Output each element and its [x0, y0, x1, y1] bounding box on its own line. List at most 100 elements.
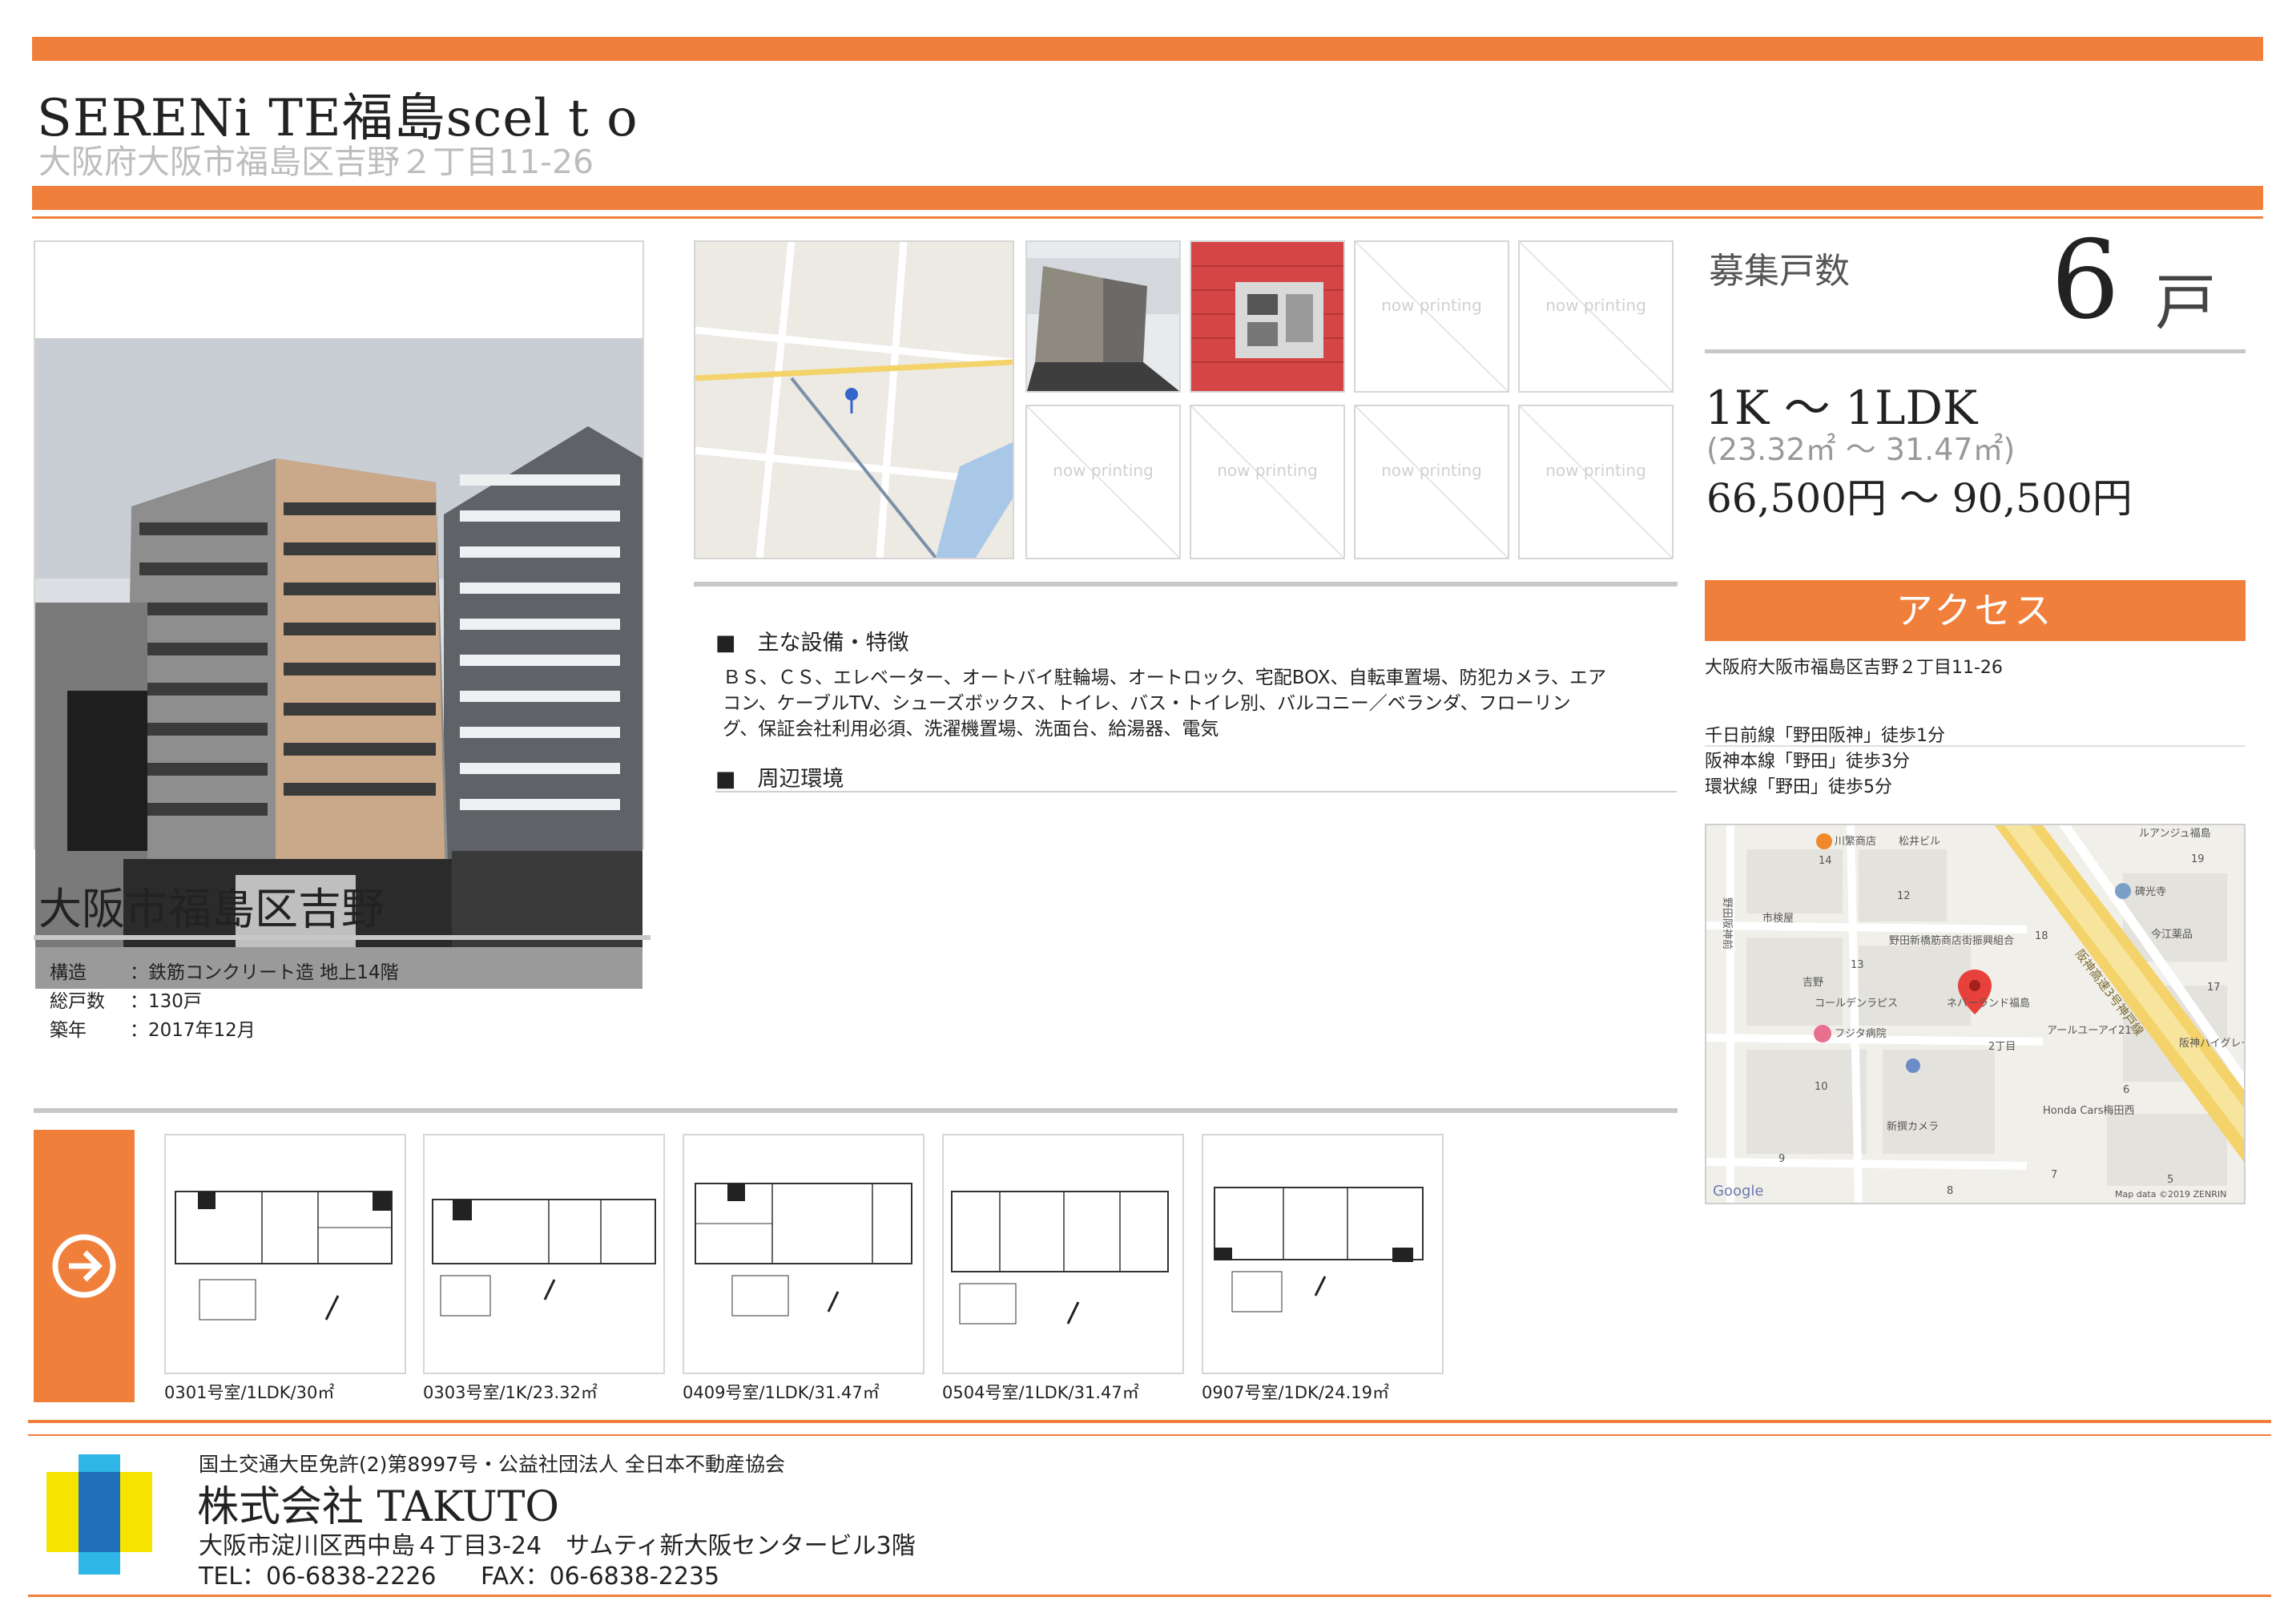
- map-label-5: 12: [1897, 890, 1911, 902]
- mailbox-photo[interactable]: [1190, 240, 1345, 393]
- footer-tel: TEL：06-6838-2226: [199, 1563, 437, 1591]
- map-label-31: Map data ©2019 ZENRIN: [2115, 1189, 2226, 1200]
- photo-placeholder-2[interactable]: now printing: [1518, 240, 1674, 393]
- map-label-13: コールデンラピス: [1815, 997, 1898, 1010]
- recruit-divider: [1705, 349, 2246, 353]
- arrow-right-circle-icon: [52, 1234, 116, 1298]
- floorplan-drawing: [951, 1191, 1169, 1325]
- map-label-15: ネバーランド福島: [1947, 998, 2030, 1010]
- area-range: (23.32㎡ ～ 31.47㎡): [1706, 432, 2016, 467]
- placeholder-diagonal: [1027, 406, 1179, 558]
- map-label-30: Google: [1713, 1183, 1763, 1200]
- spec-value: ：鉄筋コンクリート造 地上14階: [130, 962, 399, 983]
- equipment-line-2: コン、ケーブルTV、シューズボックス、トイレ、バス・トイレ別、バルコニー／ベラン…: [723, 693, 1571, 714]
- spec-units: 総戸数 ：130戸: [50, 986, 202, 1013]
- placeholder-diagonal: [1191, 406, 1343, 558]
- photo-placeholder-1[interactable]: now printing: [1354, 240, 1509, 393]
- access-title: アクセス: [1895, 589, 2055, 632]
- map-label-29: 野田阪神前: [1721, 897, 1734, 950]
- photo-placeholder-5[interactable]: now printing: [1354, 405, 1509, 559]
- placeholder-text: now printing: [1545, 295, 1646, 315]
- header-address: 大阪府大阪市福島区吉野２丁目11-26: [38, 143, 594, 181]
- floorplan-card-4[interactable]: [942, 1134, 1184, 1374]
- features-divider: [694, 582, 1678, 587]
- placeholder-diagonal: [1355, 242, 1508, 391]
- floorplan-caption-1: 0301号室/1LDK/30㎡: [164, 1383, 335, 1402]
- footer-top-line-1: [28, 1420, 2271, 1423]
- footer-top-line-2: [28, 1434, 2271, 1436]
- footer-company: 株式会社 TAKUTO: [197, 1483, 560, 1531]
- equipment-line-1: ＢＳ、ＣＳ、エレベーター、オートバイ駐輪場、オートロック、宅配BOX、自転車置場…: [723, 667, 1607, 688]
- placeholder-diagonal: [1355, 406, 1508, 558]
- entrance-photo[interactable]: [1025, 240, 1181, 393]
- header-top-bar: [32, 37, 2263, 61]
- station-3: 環状線「野田」徒歩5分: [1705, 777, 1892, 797]
- surroundings-title: ■ 周辺環境: [715, 767, 844, 792]
- map-label-3: 19: [2191, 853, 2205, 865]
- google-map: 川繁商店 松井ビル ルアンジュ福島 19 14 12 碑光寺 市検屋 野田新橋筋…: [1706, 825, 2244, 1203]
- floorplan-card-5[interactable]: [1202, 1134, 1444, 1374]
- floorplan-drawing: [695, 1183, 912, 1317]
- map-label-27: 5: [2167, 1174, 2173, 1186]
- floorplan-card-2[interactable]: [423, 1134, 665, 1374]
- equipment-title: ■ 主な設備・特徴: [715, 631, 909, 655]
- placeholder-text: now printing: [1545, 461, 1646, 481]
- floorplan-caption-5: 0907号室/1DK/24.19㎡: [1202, 1383, 1390, 1402]
- equipment-line-3: グ、保証会社利用必須、洗濯機置場、洗面台、給湯器、電気: [723, 719, 1219, 740]
- floorplan-card-1[interactable]: [164, 1134, 406, 1374]
- map-thumbnail[interactable]: [694, 240, 1014, 559]
- spec-key: 構造: [50, 962, 87, 983]
- placeholder-text: now printing: [1053, 461, 1154, 481]
- photo-placeholder-4[interactable]: now printing: [1190, 405, 1345, 559]
- map-label-7: 市検屋: [1762, 912, 1794, 925]
- recruit-label: 募集戸数: [1709, 251, 1850, 292]
- map-label-19: 阪神ハイグレーマンション7番: [2179, 1038, 2244, 1050]
- map-label-12: 吉野: [1803, 977, 1823, 989]
- map-label-18: アールユーアイ21: [2047, 1025, 2132, 1037]
- spec-value: ：130戸: [130, 991, 202, 1012]
- spec-structure: 構造 ：鉄筋コンクリート造 地上14階: [50, 957, 399, 984]
- map-label-9: 18: [2035, 930, 2048, 942]
- map-label-20: 10: [1815, 1081, 1828, 1093]
- map-label-24: 9: [1778, 1153, 1785, 1165]
- station-1: 千日前線「野田阪神」徒歩1分: [1705, 726, 1945, 746]
- photo-placeholder-6[interactable]: now printing: [1518, 405, 1674, 559]
- access-header: アクセス: [1705, 580, 2246, 641]
- spec-key: 築年: [50, 1020, 87, 1041]
- floorplan-caption-3: 0409号室/1LDK/31.47㎡: [683, 1383, 880, 1402]
- access-map[interactable]: 川繁商店 松井ビル ルアンジュ福島 19 14 12 碑光寺 市検屋 野田新橋筋…: [1705, 824, 2246, 1204]
- map-label-11: 13: [1851, 959, 1864, 971]
- map-label-6: 碑光寺: [2135, 885, 2166, 898]
- spec-value: ：2017年12月: [130, 1020, 256, 1041]
- surroundings-underline: [715, 791, 1677, 792]
- footer-bottom-line: [28, 1595, 2271, 1597]
- floorplan-card-3[interactable]: [683, 1134, 924, 1374]
- map-label-8: 野田新橋筋商店街振興組合: [1889, 934, 2014, 947]
- rent-range: 66,500円 ～ 90,500円: [1706, 475, 2133, 522]
- map-label-26: 7: [2051, 1169, 2057, 1181]
- entrance-hall-photo: [1027, 242, 1179, 391]
- map-label-22: Honda Cars梅田西: [2043, 1105, 2134, 1117]
- placeholder-diagonal: [1520, 242, 1672, 391]
- floorplan-drawing: [432, 1199, 656, 1317]
- placeholder-text: now printing: [1381, 295, 1482, 315]
- map-label-25: 8: [1947, 1185, 1953, 1197]
- header-bottom-line: [32, 216, 2263, 219]
- placeholder-diagonal: [1520, 406, 1672, 558]
- placeholder-text: now printing: [1217, 461, 1318, 481]
- spec-built: 築年 ：2017年12月: [50, 1014, 256, 1042]
- floorplan-caption-2: 0303号室/1K/23.32㎡: [423, 1383, 598, 1402]
- map-label-4: 14: [1819, 855, 1832, 867]
- header-bottom-bar: [32, 186, 2263, 210]
- building-photo-frame: [34, 240, 644, 989]
- map-label-2: ルアンジュ福島: [2139, 828, 2211, 840]
- map-label-14: フジタ病院: [1835, 1028, 1887, 1040]
- map-label-10: 今江薬品: [2151, 928, 2193, 941]
- access-address: 大阪府大阪市福島区吉野２丁目11-26: [1705, 658, 2003, 678]
- map-label-17: 2丁目: [1988, 1041, 2016, 1053]
- floorplan-arrow-panel[interactable]: [34, 1130, 135, 1402]
- floorplan-drawing: [1214, 1187, 1424, 1313]
- photo-placeholder-3[interactable]: now printing: [1025, 405, 1181, 559]
- recruit-count: 6: [2051, 217, 2120, 343]
- map-label-23: 6: [2123, 1084, 2129, 1096]
